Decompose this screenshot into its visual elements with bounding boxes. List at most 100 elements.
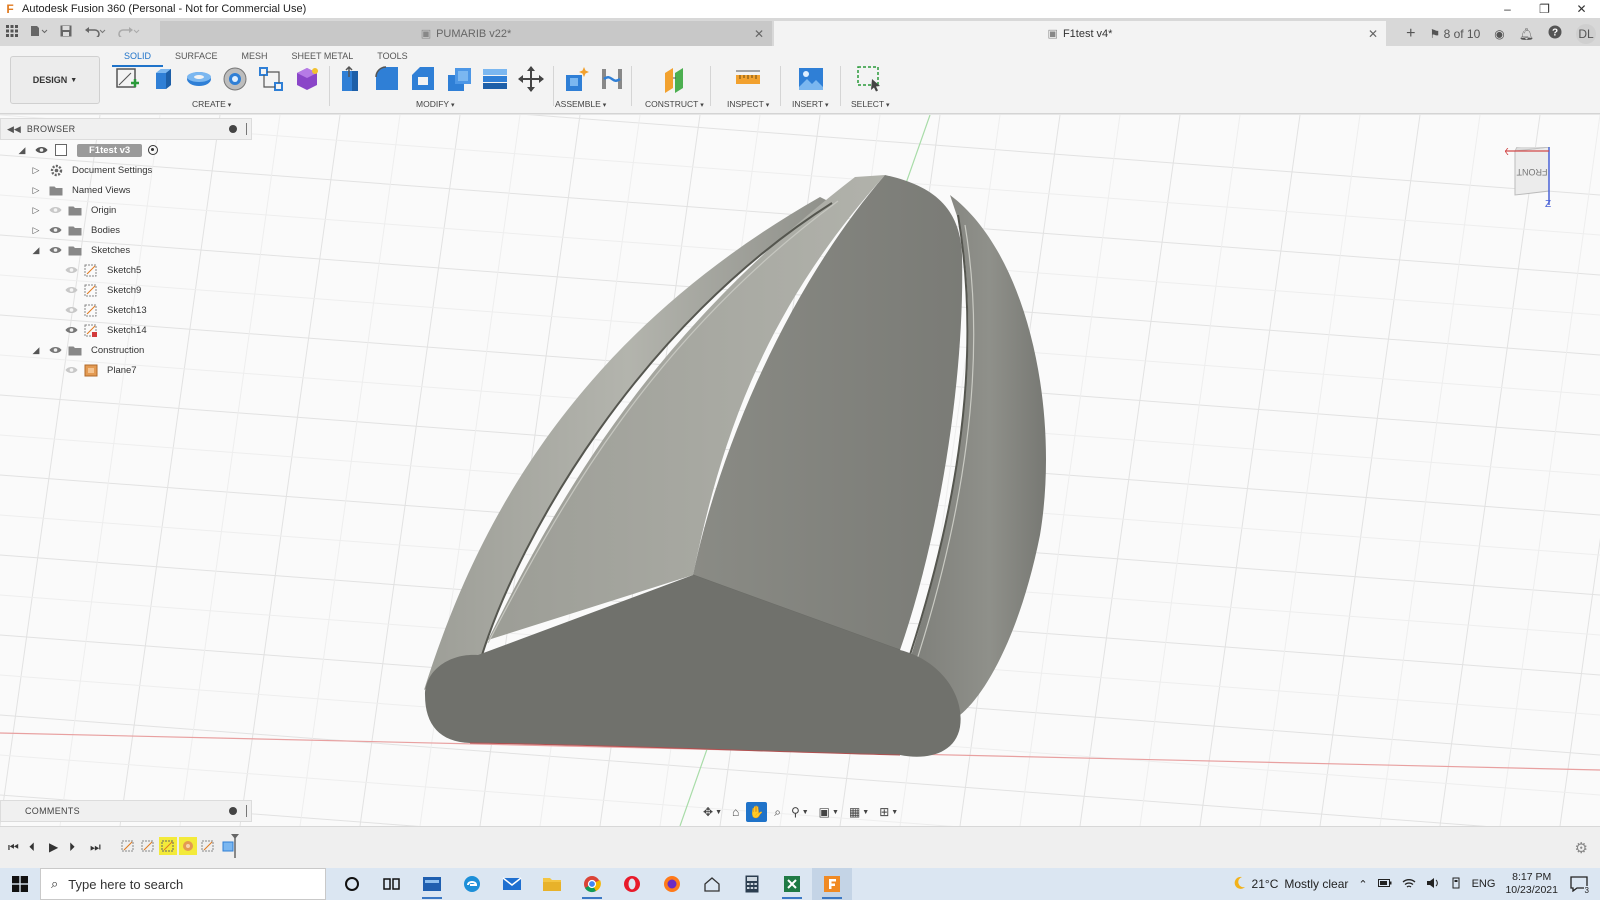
tree-item-document-settings[interactable]: ▷ Document Settings	[30, 160, 152, 180]
save-icon[interactable]	[60, 25, 72, 40]
collapsed-triangle-icon[interactable]: ▷	[30, 225, 42, 236]
look-at-icon[interactable]: ⌂	[729, 802, 742, 822]
visibility-eye-icon[interactable]	[48, 345, 62, 355]
collapsed-triangle-icon[interactable]: ▷	[30, 185, 42, 196]
resize-handle[interactable]	[246, 805, 247, 817]
revolve-icon[interactable]	[184, 64, 213, 93]
viewcube[interactable]: FRONT X Z	[1502, 138, 1557, 210]
insert-menu-label[interactable]: INSERT	[792, 99, 829, 109]
usb-device-icon[interactable]	[1450, 877, 1462, 892]
timeline-sketch-feature[interactable]	[139, 837, 157, 855]
tree-item-sketch5[interactable]: Sketch5	[64, 260, 141, 280]
viewports-icon[interactable]: ⊞ ▼	[876, 802, 901, 822]
excel-icon[interactable]	[772, 868, 812, 900]
timeline-loft-feature[interactable]	[179, 837, 197, 855]
tree-item-named-views[interactable]: ▷ Named Views	[30, 180, 131, 200]
undo-icon[interactable]	[84, 25, 106, 40]
firefox-browser-icon[interactable]	[652, 868, 692, 900]
extensions-icon[interactable]: ◉	[1494, 27, 1504, 41]
show-hidden-icons-chevron-icon[interactable]: ⌃	[1358, 878, 1367, 891]
timeline-settings-gear-icon[interactable]: ⚙	[1575, 839, 1588, 857]
windows-start-icon[interactable]	[0, 868, 40, 900]
data-panel-grid-icon[interactable]	[6, 24, 18, 40]
tab-pumarib[interactable]: ▣ PUMARIB v22* ✕	[160, 21, 772, 46]
pin-browser-icon[interactable]	[229, 125, 237, 133]
add-comment-icon[interactable]	[229, 807, 237, 815]
fillet-icon[interactable]	[372, 64, 401, 93]
close-tab-icon[interactable]: ✕	[754, 27, 764, 41]
input-language[interactable]: ENG	[1472, 878, 1496, 890]
weather-widget[interactable]: 21°C Mostly clear	[1232, 876, 1348, 893]
tree-item-origin[interactable]: ▷ Origin	[30, 200, 117, 220]
notifications-bell-icon[interactable]: 🔔︎	[1519, 27, 1534, 41]
hole-icon[interactable]	[220, 64, 249, 93]
visibility-eye-icon[interactable]	[48, 225, 62, 235]
restore-button[interactable]: ❐	[1526, 0, 1563, 18]
close-tab-icon[interactable]: ✕	[1368, 27, 1378, 41]
solid-body[interactable]	[424, 175, 1046, 757]
collapsed-triangle-icon[interactable]: ▷	[30, 205, 42, 216]
expanded-triangle-icon[interactable]: ◢	[30, 245, 42, 256]
opera-browser-icon[interactable]	[612, 868, 652, 900]
tree-item-sketch9[interactable]: Sketch9	[64, 280, 141, 300]
file-explorer-icon[interactable]	[532, 868, 572, 900]
job-status[interactable]: ⚑ 8 of 10	[1429, 27, 1480, 41]
play-icon[interactable]: ▶	[49, 840, 58, 854]
modify-menu-label[interactable]: MODIFY	[416, 99, 455, 109]
task-view-icon[interactable]	[372, 868, 412, 900]
expanded-triangle-icon[interactable]: ◢	[30, 345, 42, 356]
timeline-marker[interactable]	[231, 834, 239, 858]
expanded-triangle-icon[interactable]: ◢	[16, 145, 28, 156]
tree-item-sketches[interactable]: ◢ Sketches	[30, 240, 131, 260]
visibility-eye-icon[interactable]	[64, 325, 78, 335]
calculator-icon[interactable]	[732, 868, 772, 900]
close-window-button[interactable]: ✕	[1563, 0, 1600, 18]
display-settings-icon[interactable]: ▣ ▼	[816, 802, 842, 822]
step-forward-icon[interactable]: ⏵	[69, 840, 75, 855]
new-component-icon[interactable]	[561, 64, 590, 93]
zoom-icon[interactable]: ⌕	[771, 802, 784, 822]
extrude-icon[interactable]	[148, 64, 177, 93]
fit-icon[interactable]: ⚲ ▼	[788, 802, 812, 822]
visibility-eye-hidden-icon[interactable]	[48, 205, 62, 215]
fusion360-app-icon[interactable]	[812, 868, 852, 900]
tree-root[interactable]: ◢ F1test v3	[16, 140, 159, 160]
combine-icon[interactable]	[480, 64, 509, 93]
step-back-icon[interactable]: ⏴	[29, 840, 35, 855]
wifi-icon[interactable]	[1402, 877, 1416, 892]
action-center-icon[interactable]: 3	[1568, 873, 1590, 895]
select-menu-label[interactable]: SELECT	[851, 99, 890, 109]
visibility-eye-icon[interactable]	[48, 245, 62, 255]
timeline-sketch-feature[interactable]	[159, 837, 177, 855]
joint-icon[interactable]	[597, 64, 626, 93]
edge-browser-icon[interactable]	[452, 868, 492, 900]
activate-target-icon[interactable]	[148, 145, 159, 155]
pan-hand-icon[interactable]: ✋	[746, 802, 768, 822]
browser-panel-header[interactable]: ◀◀ BROWSER	[0, 118, 252, 140]
visibility-eye-icon[interactable]	[34, 145, 48, 155]
visibility-eye-hidden-icon[interactable]	[64, 285, 78, 295]
comments-panel-header[interactable]: COMMENTS	[0, 800, 252, 822]
help-icon[interactable]: ?	[1548, 25, 1562, 42]
measure-icon[interactable]	[733, 64, 762, 93]
minimize-button[interactable]: –	[1489, 0, 1526, 18]
battery-icon[interactable]	[1377, 878, 1392, 891]
tree-item-bodies[interactable]: ▷ Bodies	[30, 220, 121, 240]
orbit-icon[interactable]: ✥ ▼	[700, 802, 725, 822]
timeline-sketch-feature[interactable]	[119, 837, 137, 855]
pattern-icon[interactable]	[256, 64, 285, 93]
taskbar-search-input[interactable]: ⌕ Type here to search	[40, 868, 326, 900]
resize-handle[interactable]	[246, 123, 247, 135]
tree-item-sketch14[interactable]: Sketch14	[64, 320, 147, 340]
cortana-icon[interactable]	[332, 868, 372, 900]
assemble-menu-label[interactable]: ASSEMBLE	[555, 99, 606, 109]
go-to-end-icon[interactable]: ⏭	[90, 840, 101, 855]
collapsed-triangle-icon[interactable]: ▷	[30, 165, 42, 176]
select-window-icon[interactable]	[855, 64, 884, 93]
chrome-browser-icon[interactable]	[572, 868, 612, 900]
create-menu-label[interactable]: CREATE	[192, 99, 231, 109]
3d-viewport[interactable]	[0, 115, 1600, 826]
tree-item-construction[interactable]: ◢ Construction	[30, 340, 145, 360]
home-app-icon[interactable]	[692, 868, 732, 900]
mail-icon[interactable]	[492, 868, 532, 900]
